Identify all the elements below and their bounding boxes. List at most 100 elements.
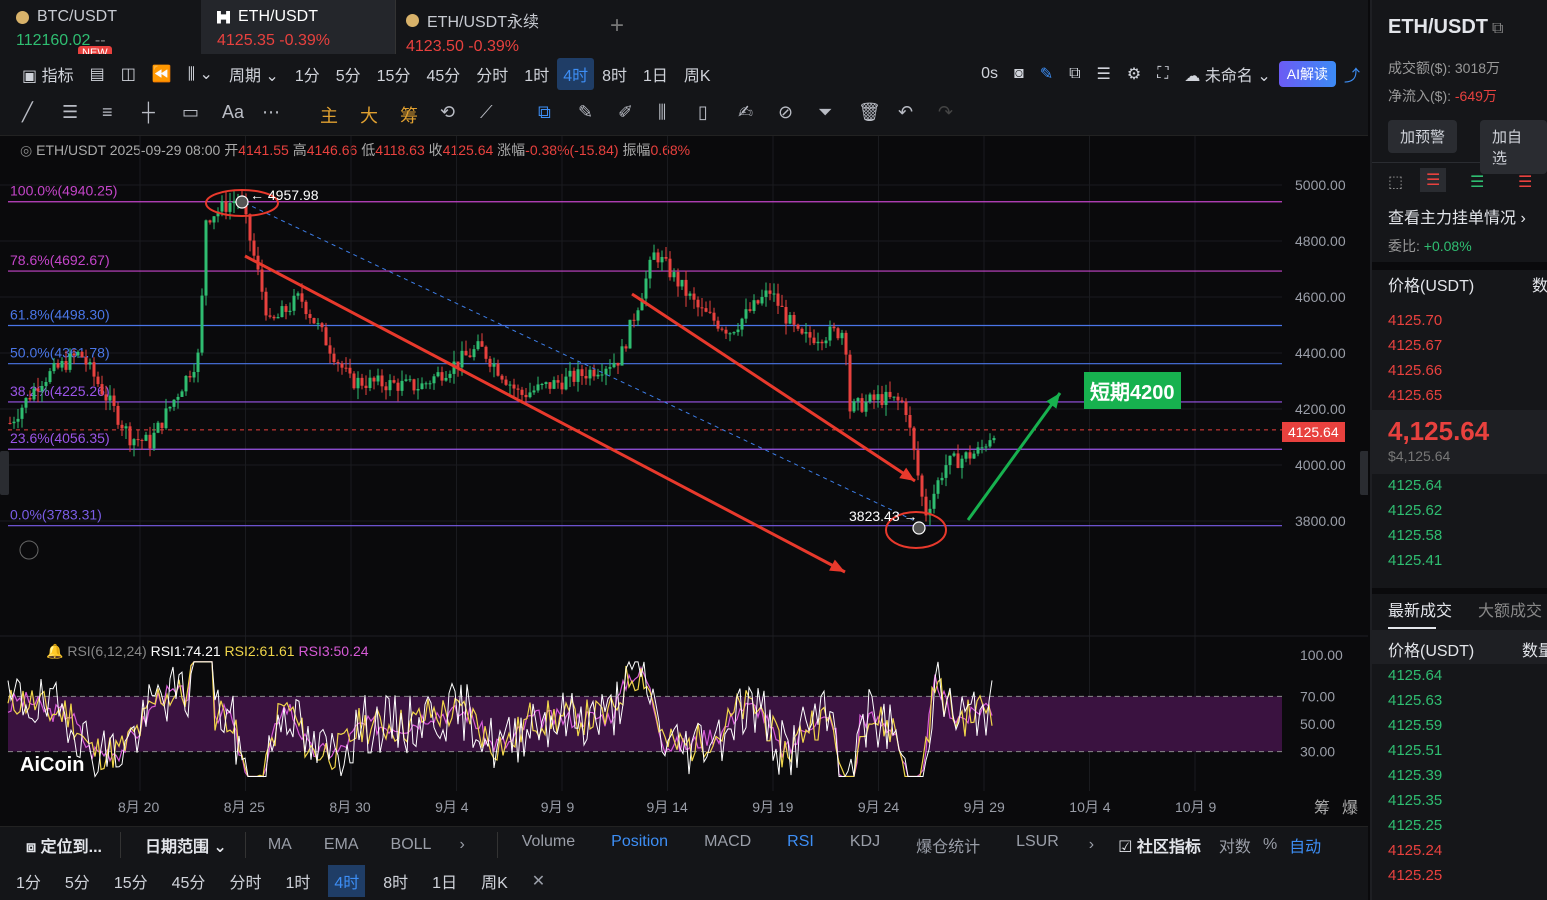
date-range-dropdown[interactable]: 日期范围 ⌄ [127,833,239,857]
bottom-interval-3[interactable]: 45分 [160,869,218,893]
bottom-interval-0[interactable]: 1分 [0,869,53,893]
measure-icon[interactable]: ⟋ [480,102,493,123]
brush-icon[interactable]: ✐ [618,102,633,123]
magnet-icon[interactable]: ⊘ [778,102,793,123]
interval-9[interactable]: 周K [676,62,719,86]
cloud-template-dropdown[interactable]: ☁ 未命名 ⌄ [1176,62,1278,86]
chart-area[interactable]: ◎ ETH/USDT 2025-09-29 08:00 开4141.55 高41… [0,136,1368,826]
rectangle-icon[interactable]: ▭ [182,102,199,123]
main-orders-link[interactable]: 查看主力挂单情况 › [1388,204,1526,228]
orderbook-both-icon[interactable]: ☰ [1420,168,1447,192]
bell-icon[interactable]: 🔔 [46,643,63,659]
pen-icon[interactable]: ✎ [578,102,593,123]
close-icon[interactable]: ✕ [520,871,557,891]
sub-indicator-1[interactable]: Position [593,833,686,857]
draw-pen-icon[interactable]: ✎ [1032,64,1061,84]
share-icon[interactable]: ⤴ [1336,62,1368,86]
tab-eth[interactable]: ETH/USDT 4125.35 -0.39% [201,0,396,54]
settings-icon[interactable]: ⚙ [1119,64,1149,84]
bottom-interval-6[interactable]: 4时 [328,865,366,897]
ask-row[interactable]: 4125.67 [1388,337,1442,354]
locate-button[interactable]: ⧈ 定位到... [0,833,114,857]
ask-row[interactable]: 4125.65 [1388,387,1442,404]
next-arrow-icon[interactable]: › [447,836,476,854]
interval-0[interactable]: 1分 [287,62,328,86]
interval-3[interactable]: 45分 [418,62,468,86]
interval-1[interactable]: 5分 [328,62,369,86]
parallel-lines-icon[interactable]: ☰ [62,102,78,123]
filter-icon[interactable]: ⏷ [818,102,832,123]
add-favorite-button[interactable]: 加自选 [1480,120,1547,174]
horizontal-lines-icon[interactable]: ≡ [102,102,113,123]
latest-trades-tab[interactable]: 最新成交 [1388,597,1452,621]
interval-6[interactable]: 4时 [557,58,595,90]
interval-5[interactable]: 1时 [516,62,557,86]
main-indicator-1[interactable]: EMA [308,836,375,854]
bottom-interval-2[interactable]: 15分 [102,869,160,893]
main-indicator-0[interactable]: MA [252,836,308,854]
auto-scale-toggle[interactable]: 自动 [1283,833,1327,857]
orderbook-asks-icon[interactable]: ☰ [1518,172,1532,192]
fullscreen-icon[interactable]: ⛶ [1149,65,1176,83]
interval-2[interactable]: 15分 [369,62,419,86]
orderbook-view-icon[interactable]: ⬚ [1388,172,1403,192]
interval-7[interactable]: 8时 [594,62,635,86]
orderbook-bids-icon[interactable]: ☰ [1470,172,1484,192]
community-indicator-button[interactable]: ☑ 社区指标 [1106,833,1213,857]
interval-8[interactable]: 1日 [635,62,676,86]
list-icon[interactable]: ☰ [1089,64,1119,84]
bottom-interval-4[interactable]: 分时 [217,869,273,893]
add-alert-button[interactable]: 加预警 [1388,120,1458,153]
log-scale-toggle[interactable]: 对数 [1213,833,1257,857]
window-icon[interactable]: ⧉ [1061,65,1088,83]
big-order-button[interactable]: 大 [360,102,378,128]
replay-icon[interactable]: ⏪ [144,64,180,84]
undo-icon[interactable]: ↶ [898,102,913,123]
sub-indicator-3[interactable]: RSI [769,833,832,857]
axis-chips-label[interactable]: 筹 [1314,794,1330,818]
camera-icon[interactable]: ◙ [1006,65,1032,83]
main-force-button[interactable]: 主 [320,102,338,128]
indicator-button[interactable]: ▣ 指标 [0,62,82,86]
ask-row[interactable]: 4125.66 [1388,362,1442,379]
add-tab-icon[interactable]: + [610,12,624,40]
text-tool[interactable]: Aa [222,102,244,123]
copy-symbol-icon[interactable]: ⧉ [1492,20,1503,38]
axis-liq-label[interactable]: 爆 [1342,794,1358,818]
next-arrow-icon-2[interactable]: › [1077,836,1106,854]
tab-eth-perp[interactable]: ETH/USDT永续 4123.50 -0.39% [396,0,596,55]
percent-toggle[interactable]: % [1257,836,1283,854]
bottom-interval-7[interactable]: 8时 [371,869,420,893]
interval-4[interactable]: 分时 [468,62,516,86]
edit-icon[interactable]: ✍ [738,102,753,123]
trash-icon[interactable]: 🗑 [858,102,881,123]
more-tools-icon[interactable]: ⋯ [262,102,280,123]
layout-icon[interactable]: ▤ [82,64,113,84]
chips-button[interactable]: 筹 [400,102,418,128]
sub-indicator-5[interactable]: 爆仓统计 [898,833,998,857]
sub-indicator-6[interactable]: LSUR [998,833,1077,857]
split-icon[interactable]: ◫ [113,64,144,84]
bottom-interval-1[interactable]: 5分 [53,869,102,893]
bottom-interval-8[interactable]: 1日 [420,869,469,893]
bid-row[interactable]: 4125.41 [1388,552,1442,569]
sub-indicator-4[interactable]: KDJ [832,833,898,857]
bid-row[interactable]: 4125.58 [1388,527,1442,544]
sub-indicator-2[interactable]: MACD [686,833,769,857]
clipboard-icon[interactable]: ▯ [698,102,708,123]
bid-row[interactable]: 4125.62 [1388,502,1442,519]
candle-type-icon[interactable]: ⫼ ⌄ [180,64,221,84]
ask-row[interactable]: 4125.70 [1388,312,1442,329]
ai-interpret-button[interactable]: AI解读 [1278,61,1336,87]
sub-indicator-0[interactable]: Volume [504,833,593,857]
trendline-icon[interactable]: ╱ [22,102,33,123]
bottom-interval-9[interactable]: 周K [469,869,520,893]
copy-icon[interactable]: ⧉ [538,102,551,123]
hline-icon[interactable]: ┼ [142,102,155,123]
sync-icon[interactable]: ⟲ [440,102,455,123]
bottom-interval-5[interactable]: 1时 [273,869,322,893]
bid-row[interactable]: 4125.64 [1388,477,1442,494]
redo-icon[interactable]: ↷ [938,102,953,123]
candles-icon[interactable]: ⫼ [658,102,666,123]
big-trades-tab[interactable]: 大额成交 [1478,597,1542,621]
